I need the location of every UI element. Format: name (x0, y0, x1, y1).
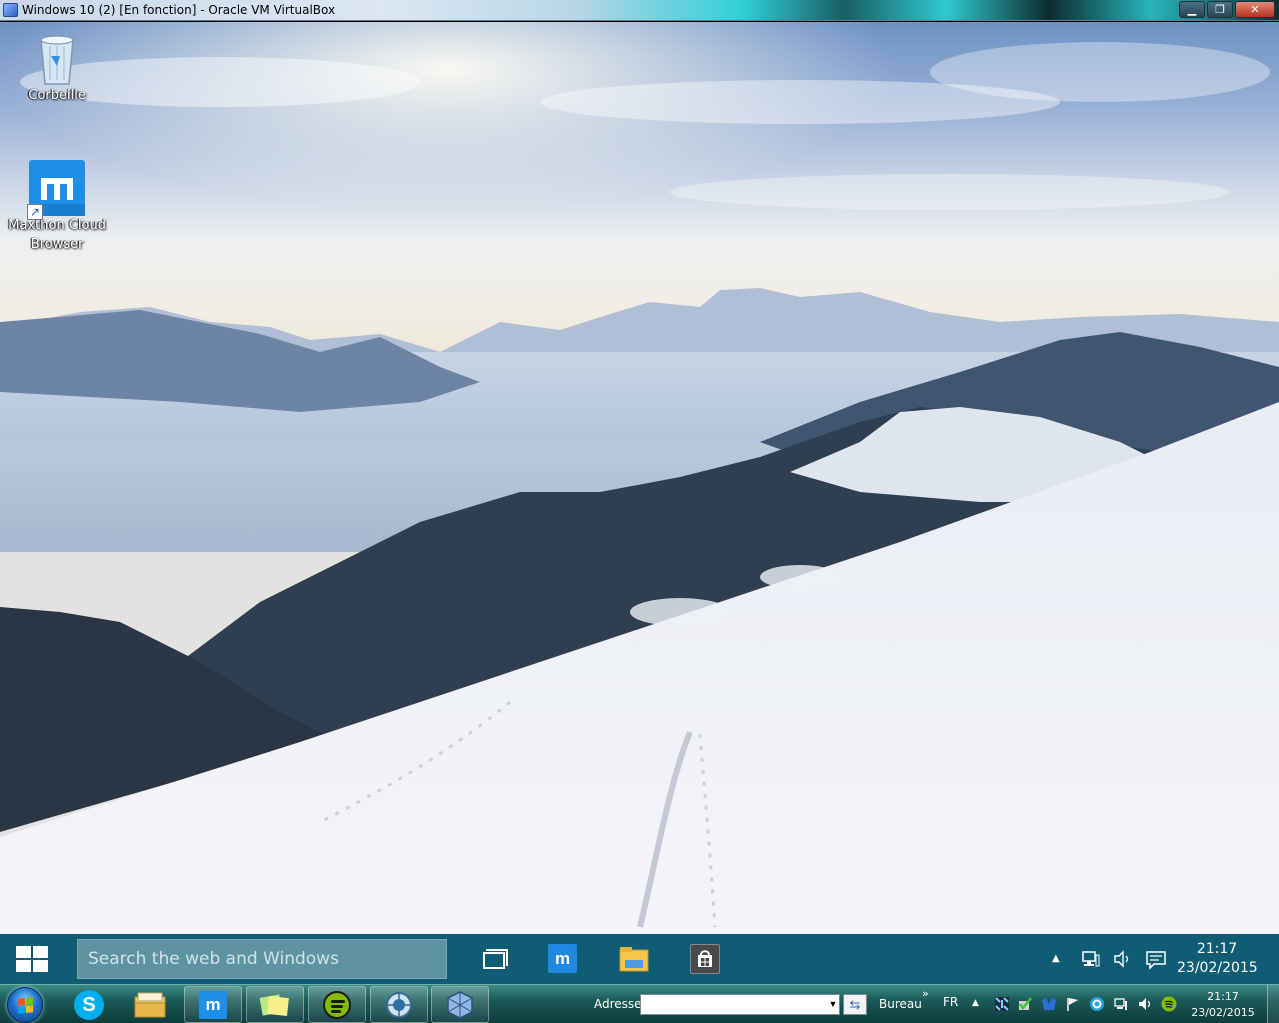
task-view-icon[interactable] (479, 943, 511, 975)
build-watermark: Windows 10 Pro Technical Preview Version… (913, 890, 1273, 926)
skype-taskbar-button[interactable]: S (60, 986, 118, 1023)
maxthon-taskbar-icon[interactable]: m (548, 944, 577, 973)
explorer-taskbar-button[interactable] (121, 986, 179, 1023)
start-button[interactable] (0, 934, 64, 984)
desktop-icon-recycle-bin[interactable]: Corbeille (2, 32, 112, 105)
host-clock[interactable]: 21:17 23/02/2015 (1188, 989, 1258, 1021)
guest-desktop[interactable]: Corbeille ↗ Maxthon Cloud Browser Window… (0, 22, 1279, 934)
recycle-bin-icon (36, 32, 78, 86)
desktop-icon-maxthon[interactable]: ↗ Maxthon Cloud Browser (2, 160, 112, 254)
toolbar-chevron-icon[interactable]: » (922, 987, 929, 1000)
desktop-icon-label: Corbeille (28, 88, 86, 103)
desktop-icon-label: Maxthon Cloud Browser (8, 218, 106, 252)
file-explorer-icon[interactable] (619, 946, 649, 972)
host-clock-time: 21:17 (1207, 990, 1239, 1003)
network-icon[interactable] (1113, 996, 1129, 1012)
window-title: Windows 10 (2) [En fonction] - Oracle VM… (22, 3, 336, 17)
guest-taskbar: Search the web and Windows m ▲ 21:17 23/… (0, 934, 1279, 984)
desktop-toolbar-label[interactable]: Bureau (879, 997, 922, 1011)
spotify-icon (323, 990, 351, 1019)
tray-flag-icon[interactable] (1065, 996, 1081, 1012)
network-icon[interactable] (1081, 949, 1101, 973)
app-icon (386, 991, 412, 1018)
maxthon-icon: m (199, 990, 227, 1019)
restore-button[interactable]: ❐ (1207, 1, 1233, 18)
minimize-button[interactable]: ▁ (1179, 1, 1205, 18)
tray-overflow-icon[interactable]: ▲ (1052, 953, 1060, 964)
address-dropdown-icon[interactable]: ▼ (826, 995, 840, 1014)
address-input[interactable] (640, 994, 840, 1015)
language-indicator[interactable]: FR (943, 995, 958, 1009)
virtualbox-titlebar[interactable]: Windows 10 (2) [En fonction] - Oracle VM… (0, 0, 1279, 21)
sticky-notes-taskbar-button[interactable] (246, 986, 304, 1023)
sticky-notes-icon (259, 993, 289, 1016)
address-label: Adresse (594, 997, 642, 1011)
tray-malwarebytes-icon[interactable] (1041, 996, 1057, 1012)
address-go-button[interactable]: ⇆ (843, 994, 867, 1015)
search-input[interactable]: Search the web and Windows (77, 939, 447, 979)
watermark-line1: Windows 10 Pro Technical Preview (1033, 890, 1273, 906)
action-center-icon[interactable] (1145, 949, 1167, 975)
guest-clock[interactable]: 21:17 23/02/2015 (1177, 940, 1258, 978)
wallpaper (0, 22, 1279, 934)
tray-check-icon[interactable] (1017, 996, 1033, 1012)
virtualbox-taskbar-button[interactable] (431, 986, 489, 1023)
windows-logo-icon (16, 946, 48, 972)
app-taskbar-button[interactable] (370, 986, 428, 1023)
tray-sync-icon[interactable] (1089, 996, 1105, 1012)
tray-pattern-icon[interactable] (994, 996, 1010, 1012)
spotify-tray-icon[interactable] (1161, 996, 1177, 1012)
spotify-taskbar-button[interactable] (308, 986, 366, 1023)
show-desktop-button[interactable] (1267, 985, 1279, 1023)
volume-icon[interactable] (1113, 949, 1131, 973)
shortcut-arrow-icon: ↗ (27, 204, 43, 220)
virtualbox-app-icon (3, 3, 18, 17)
maxthon-icon: ↗ (27, 160, 85, 220)
windows-flag-icon (18, 997, 33, 1014)
host-taskbar: S m Adresse ▼ ⇆ Bureau » FR ▲ 21:17 23/0… (0, 984, 1279, 1023)
watermark-line2: Version d'évaluation. Build 9926 (1046, 910, 1273, 926)
guest-clock-time: 21:17 (1196, 941, 1238, 957)
skype-icon: S (74, 989, 104, 1020)
close-button[interactable]: ✕ (1235, 1, 1275, 18)
window-controls: ▁ ❐ ✕ (1179, 1, 1275, 18)
maxthon-host-taskbar-button[interactable]: m (184, 986, 242, 1023)
explorer-icon (134, 992, 166, 1017)
host-clock-date: 23/02/2015 (1191, 1006, 1255, 1019)
virtualbox-icon (447, 990, 473, 1019)
guest-clock-date: 23/02/2015 (1177, 960, 1258, 976)
volume-icon[interactable] (1137, 996, 1153, 1012)
tray-overflow-icon[interactable]: ▲ (972, 998, 979, 1008)
start-orb-button[interactable] (7, 987, 43, 1023)
store-icon[interactable] (690, 944, 720, 974)
